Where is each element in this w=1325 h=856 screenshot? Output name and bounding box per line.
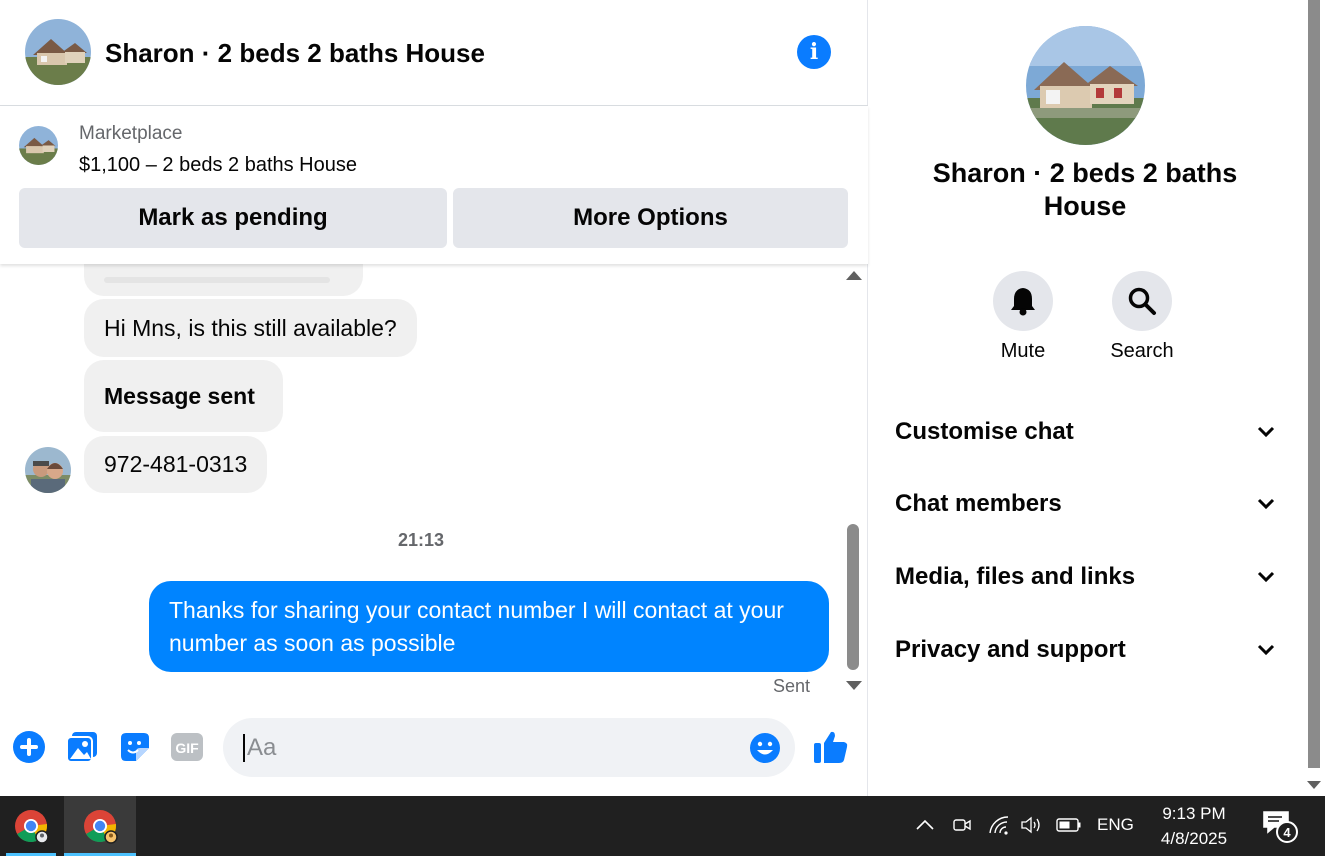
thumbs-up-icon[interactable] xyxy=(812,728,850,766)
listing-price-title[interactable]: $1,100 – 2 beds 2 baths House xyxy=(79,154,357,177)
chat-header: Sharon · 2 beds 2 baths House i xyxy=(0,0,868,106)
listing-source: Marketplace xyxy=(79,123,183,144)
message-bubble-partial xyxy=(84,264,363,296)
search-label: Search xyxy=(1110,340,1174,362)
marketplace-listing-card: Marketplace $1,100 – 2 beds 2 baths Hous… xyxy=(0,106,868,264)
message-bubble-outgoing: Thanks for sharing your contact number I… xyxy=(149,581,829,672)
page-scrollbar[interactable] xyxy=(1305,0,1325,796)
system-clock[interactable]: 9:13 PM 4/8/2025 xyxy=(1148,801,1240,851)
message-composer: GIF Aa xyxy=(0,700,868,796)
mute-button[interactable]: Mute xyxy=(968,271,1078,363)
customise-chat-section[interactable]: Customise chat xyxy=(895,410,1275,454)
clock-date: 4/8/2025 xyxy=(1160,829,1228,848)
media-files-links-section[interactable]: Media, files and links xyxy=(895,555,1275,599)
scroll-up-arrow[interactable] xyxy=(846,271,862,280)
message-bubble-incoming: Message sent xyxy=(84,360,283,432)
info-icon[interactable]: i xyxy=(797,35,831,69)
search-button[interactable]: Search xyxy=(1087,271,1197,363)
panel-title: Sharon · 2 beds 2 baths House xyxy=(932,158,1238,221)
chrome-icon xyxy=(15,810,49,844)
chat-members-section[interactable]: Chat members xyxy=(895,482,1275,526)
section-label: Chat members xyxy=(895,490,1062,517)
mute-action-circle[interactable] xyxy=(993,271,1053,331)
input-language[interactable]: ENG xyxy=(1097,815,1134,835)
chat-title[interactable]: Sharon · 2 beds 2 baths House xyxy=(105,38,485,69)
scroll-down-arrow[interactable] xyxy=(846,681,862,690)
message-scrollbar[interactable] xyxy=(842,264,864,696)
listing-photo[interactable] xyxy=(1026,26,1145,145)
partial-content xyxy=(104,277,330,283)
notification-count-badge: 4 xyxy=(1276,821,1298,843)
emoji-icon[interactable] xyxy=(749,732,781,764)
message-input-placeholder: Aa xyxy=(247,734,277,761)
volume-icon[interactable] xyxy=(1019,810,1045,840)
clock-time: 9:13 PM xyxy=(1162,804,1226,823)
message-input[interactable]: Aa xyxy=(223,718,795,777)
plus-circle-icon[interactable] xyxy=(12,730,46,764)
search-icon xyxy=(1128,287,1156,315)
scrollbar-thumb[interactable] xyxy=(847,524,859,670)
notification-center-icon[interactable]: 4 xyxy=(1262,810,1302,846)
message-bubble-incoming: 972-481-0313 xyxy=(84,436,268,493)
section-label: Privacy and support xyxy=(895,636,1126,663)
sticker-icon[interactable] xyxy=(118,730,152,764)
photo-icon[interactable] xyxy=(65,730,99,764)
page-scroll-down-arrow[interactable] xyxy=(1307,781,1321,789)
message-list: Hi Mns, is this still available? Message… xyxy=(0,264,842,700)
bell-icon xyxy=(1011,288,1035,316)
chrome-taskbar-button-active[interactable] xyxy=(64,796,136,856)
chat-window: Sharon · 2 beds 2 baths House i Marketpl… xyxy=(0,0,868,796)
chevron-down-icon xyxy=(1257,498,1275,510)
search-action-circle[interactable] xyxy=(1112,271,1172,331)
windows-taskbar: ENG 9:13 PM 4/8/2025 4 xyxy=(0,796,1325,856)
more-options-button[interactable]: More Options xyxy=(453,188,848,248)
battery-icon[interactable] xyxy=(1056,810,1082,840)
message-bubble-incoming: Hi Mns, is this still available? xyxy=(84,299,417,357)
chevron-down-icon xyxy=(1257,644,1275,656)
page-scrollbar-thumb[interactable] xyxy=(1308,0,1320,768)
gif-icon[interactable]: GIF xyxy=(170,730,204,764)
sender-avatar[interactable] xyxy=(25,447,71,493)
listing-thumbnail[interactable] xyxy=(25,19,91,85)
chevron-up-icon[interactable] xyxy=(912,810,938,840)
chrome-taskbar-button[interactable] xyxy=(0,796,62,856)
chevron-down-icon xyxy=(1257,571,1275,583)
wifi-icon[interactable] xyxy=(986,810,1012,840)
mark-as-pending-button[interactable]: Mark as pending xyxy=(19,188,447,248)
mute-label: Mute xyxy=(1000,340,1046,362)
message-timestamp: 21:13 xyxy=(397,530,445,550)
section-label: Media, files and links xyxy=(895,563,1136,590)
message-status: Sent xyxy=(773,676,811,696)
chevron-down-icon xyxy=(1257,426,1275,438)
chrome-icon xyxy=(84,810,118,844)
listing-thumbnail-small[interactable] xyxy=(19,126,58,165)
conversation-info-panel: Sharon · 2 beds 2 baths House Mute Searc… xyxy=(869,0,1305,796)
gif-label: GIF xyxy=(175,740,199,756)
text-caret xyxy=(243,734,245,762)
privacy-support-section[interactable]: Privacy and support xyxy=(895,628,1275,672)
section-label: Customise chat xyxy=(895,418,1074,445)
meet-icon[interactable] xyxy=(949,810,975,840)
